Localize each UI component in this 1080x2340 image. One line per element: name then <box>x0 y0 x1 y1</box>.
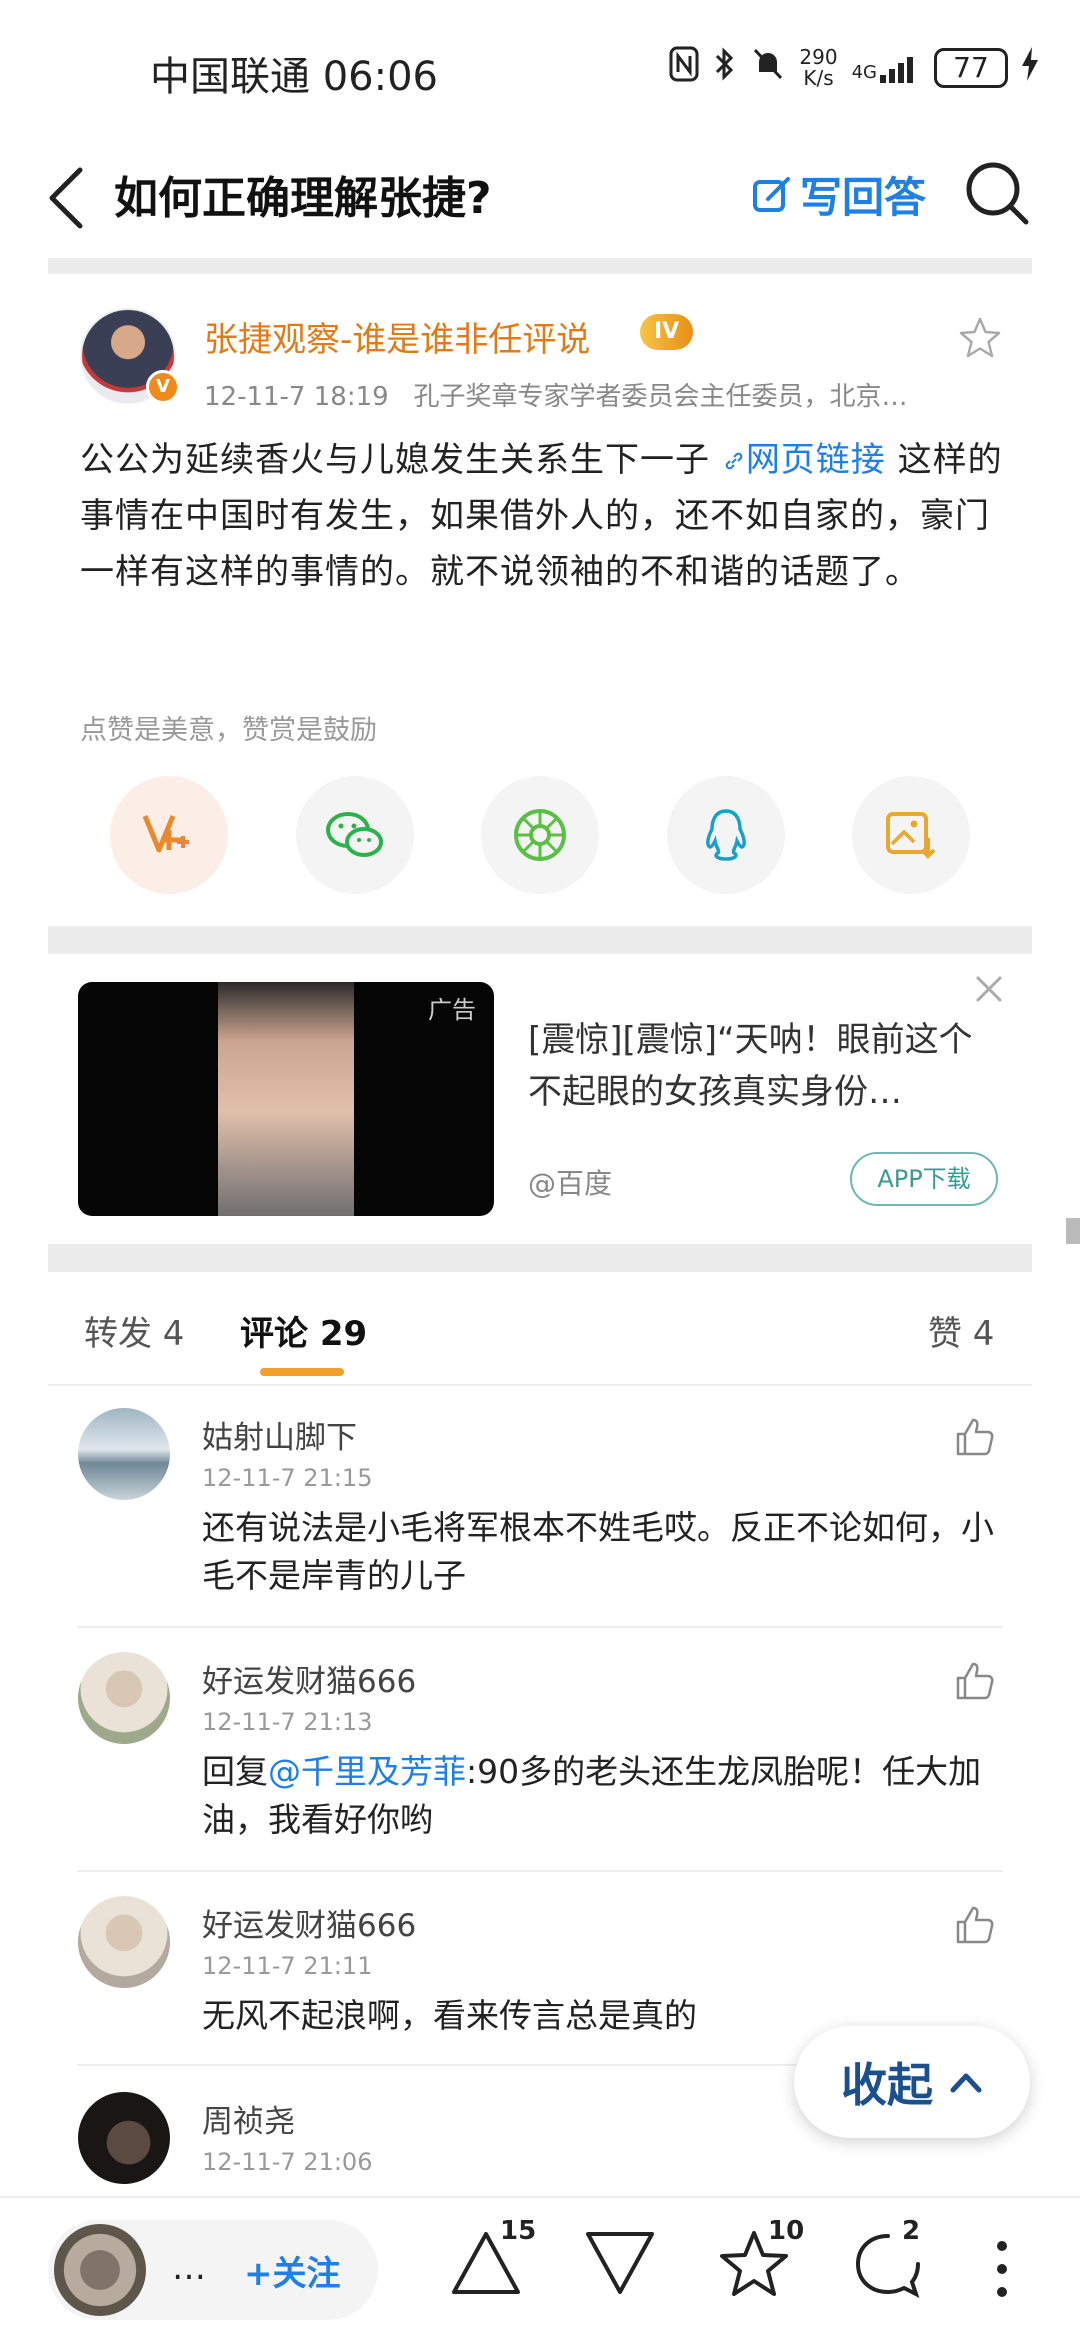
upvote-count: 15 <box>500 2216 537 2246</box>
chevron-up-icon <box>950 2073 982 2093</box>
back-arrow-icon[interactable] <box>44 162 94 232</box>
author-ellipsis: … <box>172 2248 206 2288</box>
ad-text[interactable]: [震惊][震惊]“天呐！眼前这个不起眼的女孩真实身份… <box>528 1014 988 1118</box>
author-name[interactable]: 张捷观察-谁是谁非任评说 <box>204 312 590 361</box>
share-row <box>110 776 970 894</box>
save-image-button[interactable] <box>852 776 970 894</box>
comment-text: 回复@千里及芳菲:90多的老头还生龙凤胎呢！任大加油，我看好你哟 <box>202 1752 982 1839</box>
carrier-time: 中国联通 06:06 <box>150 54 438 100</box>
page-title: 如何正确理解张捷? <box>114 173 492 224</box>
comment-button[interactable]: 2 <box>850 2216 930 2308</box>
tab-underline <box>260 1368 344 1376</box>
downvote-button[interactable] <box>582 2228 662 2308</box>
avatar[interactable] <box>54 2224 146 2316</box>
top-nav: 如何正确理解张捷? 写回答 <box>0 140 1080 260</box>
divider <box>48 1244 1032 1272</box>
write-answer-button[interactable]: 写回答 <box>752 164 926 225</box>
post-body: 公公为延续香火与儿媳发生关系生下一子 网页链接 这样的事情在中国时有发生，如果借… <box>80 440 1003 592</box>
scroll-indicator <box>1066 1218 1080 1244</box>
qq-icon <box>705 809 746 861</box>
web-link[interactable]: 网页链接 <box>722 440 886 480</box>
share-qq-button[interactable] <box>666 776 785 894</box>
author-description: 孔子奖章专家学者委员会主任委员，北京… <box>413 382 908 412</box>
praise-hint: 点赞是美意，赞赏是鼓励 <box>80 715 377 746</box>
verified-badge: V <box>146 370 180 404</box>
avatar[interactable] <box>78 2092 170 2184</box>
mention-link[interactable]: @千里及芳菲 <box>268 1752 466 1791</box>
battery-indicator: 77 <box>934 48 1008 88</box>
tab-bar: 转发 4 评论 29 赞 4 <box>0 1294 1080 1382</box>
tab-likes[interactable]: 赞 4 <box>928 1306 994 1355</box>
save-image-icon <box>886 812 936 859</box>
comment-author[interactable]: 周祯尧 <box>202 2096 295 2141</box>
thumbs-up-icon[interactable] <box>952 1658 996 1702</box>
divider <box>78 1870 1002 1872</box>
avatar[interactable] <box>78 1896 170 1988</box>
divider <box>48 926 1032 954</box>
star-outline-icon[interactable] <box>958 316 1002 360</box>
triangle-down-icon <box>586 2232 654 2294</box>
comment-text: 还有说法是小毛将军根本不姓毛哎。反正不论如何，小毛不是岸青的儿子 <box>202 1508 994 1595</box>
favorite-button[interactable]: 10 <box>716 2216 804 2308</box>
avatar[interactable] <box>78 1652 170 1744</box>
comment-item: 好运发财猫666 12-11-7 21:13 回复@千里及芳菲:90多的老头还生… <box>0 1652 1080 1892</box>
divider <box>78 1626 1002 1628</box>
thumbs-up-icon[interactable] <box>952 1902 996 1946</box>
edit-icon <box>753 176 790 212</box>
comment-time: 12-11-7 21:15 <box>202 1464 373 1492</box>
app-download-button[interactable]: APP下载 <box>850 1152 998 1206</box>
mute-bell-icon <box>751 46 785 90</box>
upvote-button[interactable]: 15 <box>448 2216 536 2308</box>
divider <box>48 258 1032 274</box>
bluetooth-icon <box>713 46 737 90</box>
charging-icon <box>1022 47 1038 89</box>
favorite-count: 10 <box>768 2216 805 2246</box>
wechat-icon <box>325 812 383 857</box>
signal-icon: 4G <box>852 53 920 83</box>
tab-comments[interactable]: 评论 29 <box>240 1306 367 1355</box>
ad-video-frame <box>218 982 354 1216</box>
share-wechat-button[interactable] <box>295 776 414 894</box>
status-bar: 中国联通 06:06 290 K/s 4G 77 <box>0 0 1080 140</box>
net-speed: 290 K/s <box>799 45 838 90</box>
comment-time: 12-11-7 21:13 <box>202 1708 373 1736</box>
link-icon <box>725 452 743 470</box>
avatar[interactable] <box>78 1408 170 1500</box>
follow-button[interactable]: +关注 <box>244 2246 341 2295</box>
collapse-label: 收起 <box>841 2058 933 2112</box>
comment-count: 2 <box>902 2216 921 2246</box>
status-icons: 290 K/s 4G 77 <box>669 46 1038 90</box>
write-answer-label: 写回答 <box>800 173 927 222</box>
reward-v-icon <box>142 815 189 853</box>
bottom-bar: … +关注 15 10 2 <box>0 2196 1080 2340</box>
reward-button[interactable] <box>110 776 228 894</box>
thumbs-up-icon[interactable] <box>952 1414 996 1458</box>
comment-time: 12-11-7 21:06 <box>202 2148 373 2176</box>
comment-item: 姑射山脚下 12-11-7 21:15 还有说法是小毛将军根本不姓毛哎。反正不论… <box>0 1408 1080 1648</box>
post-meta: 12-11-7 18:19 孔子奖章专家学者委员会主任委员，北京… <box>204 376 964 413</box>
post-timestamp: 12-11-7 18:19 <box>204 382 389 412</box>
ad-source: @百度 <box>528 1167 613 1200</box>
level-badge: IV <box>640 314 694 350</box>
follow-pill[interactable]: … +关注 <box>48 2220 378 2320</box>
comment-time: 12-11-7 21:11 <box>202 1952 373 1980</box>
nfc-icon <box>669 46 699 90</box>
comment-author[interactable]: 好运发财猫666 <box>202 1656 416 1701</box>
divider <box>48 1384 1032 1386</box>
tab-repost[interactable]: 转发 4 <box>84 1306 184 1355</box>
ad-tag: 广告 <box>428 996 476 1024</box>
ad-thumbnail[interactable]: 广告 <box>78 982 494 1216</box>
comment-author[interactable]: 好运发财猫666 <box>202 1900 416 1945</box>
share-moments-button[interactable] <box>481 776 599 894</box>
search-icon[interactable] <box>962 158 1032 228</box>
more-vertical-icon[interactable] <box>982 2234 1022 2304</box>
close-icon[interactable] <box>972 972 1006 1006</box>
moments-icon <box>514 809 566 861</box>
comment-author[interactable]: 姑射山脚下 <box>202 1412 357 1457</box>
collapse-button[interactable]: 收起 <box>794 2026 1030 2138</box>
